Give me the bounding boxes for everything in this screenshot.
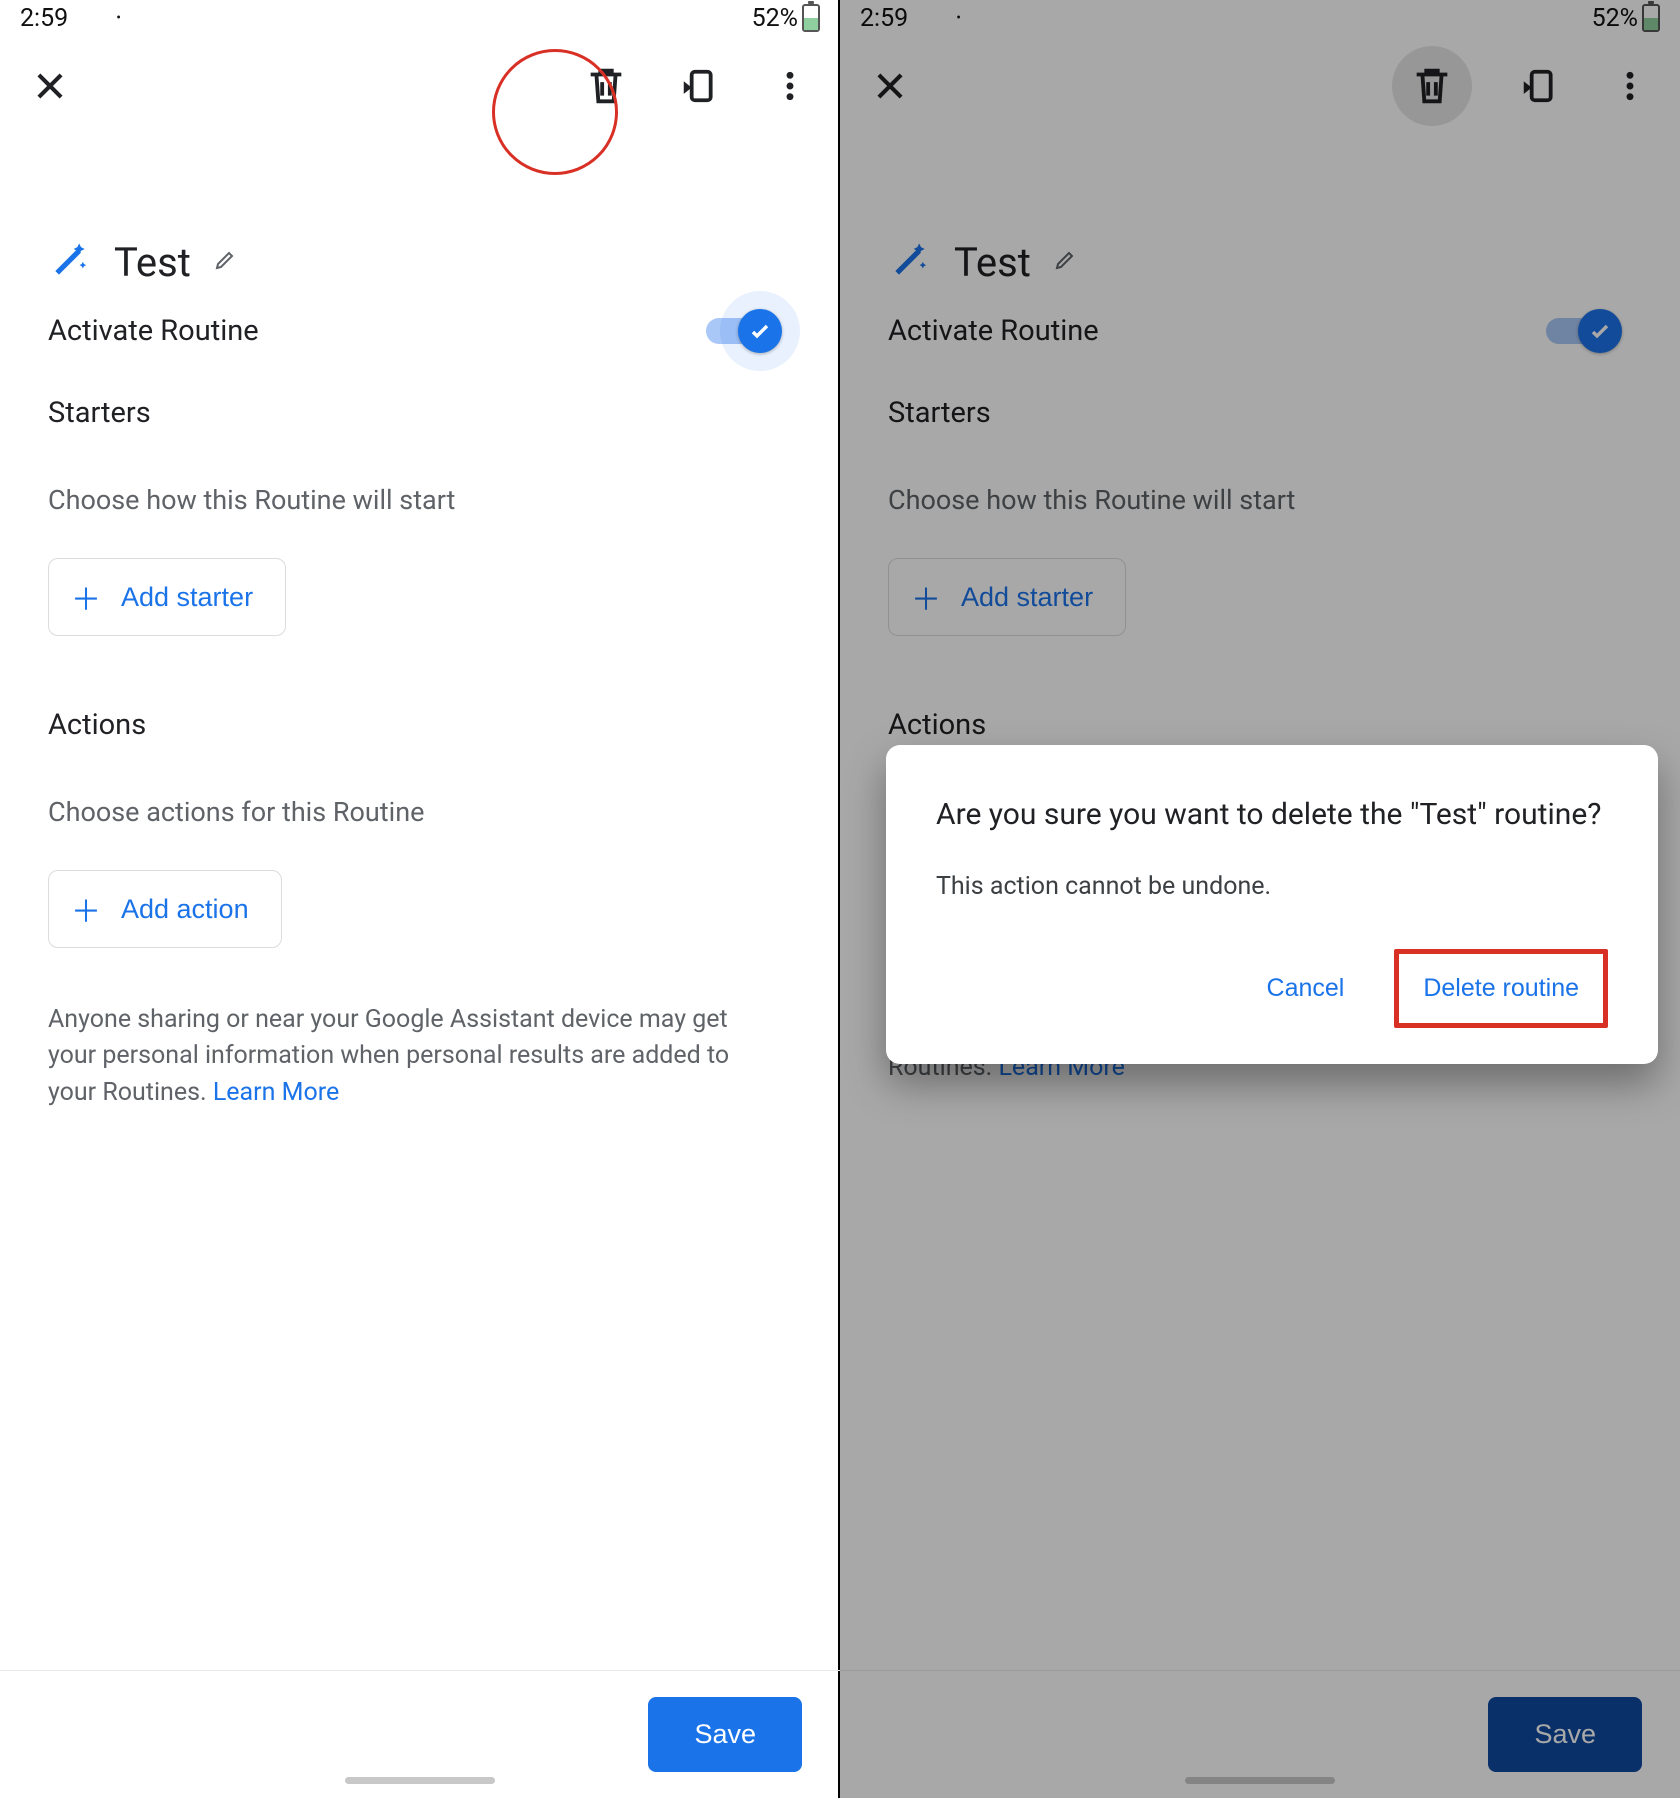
dialog-body: This action cannot be undone. bbox=[936, 872, 1608, 901]
plus-icon: ＋ bbox=[71, 887, 101, 931]
status-time: 2:59 bbox=[20, 4, 68, 33]
shortcut-button[interactable] bbox=[672, 60, 724, 112]
edit-title-button[interactable] bbox=[213, 248, 237, 276]
status-bar: 2:59 • bbox=[0, 0, 840, 36]
delete-button[interactable] bbox=[580, 60, 632, 112]
dialog-title: Are you sure you want to delete the "Tes… bbox=[936, 795, 1608, 836]
phone-left: 2:59 • bbox=[0, 0, 840, 1798]
overflow-menu-button[interactable] bbox=[764, 60, 816, 112]
nav-pill[interactable] bbox=[345, 1777, 495, 1784]
add-action-button[interactable]: ＋ Add action bbox=[48, 870, 282, 948]
save-button[interactable]: Save bbox=[648, 1697, 802, 1772]
plus-icon: ＋ bbox=[71, 575, 101, 619]
phone-right: 2:59 • bbox=[840, 0, 1680, 1798]
add-action-label: Add action bbox=[121, 894, 249, 925]
content-area: Test Activate Routine Starters Choose ho… bbox=[0, 136, 840, 1111]
toolbar bbox=[0, 36, 840, 136]
dialog-cancel-button[interactable]: Cancel bbox=[1245, 960, 1367, 1017]
routine-title: Test bbox=[114, 239, 191, 286]
activate-label: Activate Routine bbox=[48, 314, 259, 348]
starters-heading: Starters bbox=[48, 396, 792, 430]
actions-heading: Actions bbox=[48, 708, 792, 742]
starters-subtext: Choose how this Routine will start bbox=[48, 484, 792, 516]
close-button[interactable] bbox=[24, 60, 76, 112]
wand-icon bbox=[48, 238, 92, 286]
disclaimer-text: Anyone sharing or near your Google Assis… bbox=[48, 1002, 778, 1111]
learn-more-link[interactable]: Learn More bbox=[213, 1078, 339, 1107]
delete-dialog: Are you sure you want to delete the "Tes… bbox=[886, 745, 1658, 1064]
add-starter-label: Add starter bbox=[121, 582, 253, 613]
dialog-delete-button[interactable]: Delete routine bbox=[1423, 974, 1579, 1003]
dot-icon: • bbox=[116, 10, 121, 26]
activate-toggle[interactable] bbox=[706, 318, 774, 344]
battery-icon bbox=[802, 4, 820, 32]
add-starter-button[interactable]: ＋ Add starter bbox=[48, 558, 286, 636]
actions-subtext: Choose actions for this Routine bbox=[48, 796, 792, 828]
highlight-box: Delete routine bbox=[1394, 949, 1608, 1028]
battery-pct: 52% bbox=[752, 4, 798, 33]
